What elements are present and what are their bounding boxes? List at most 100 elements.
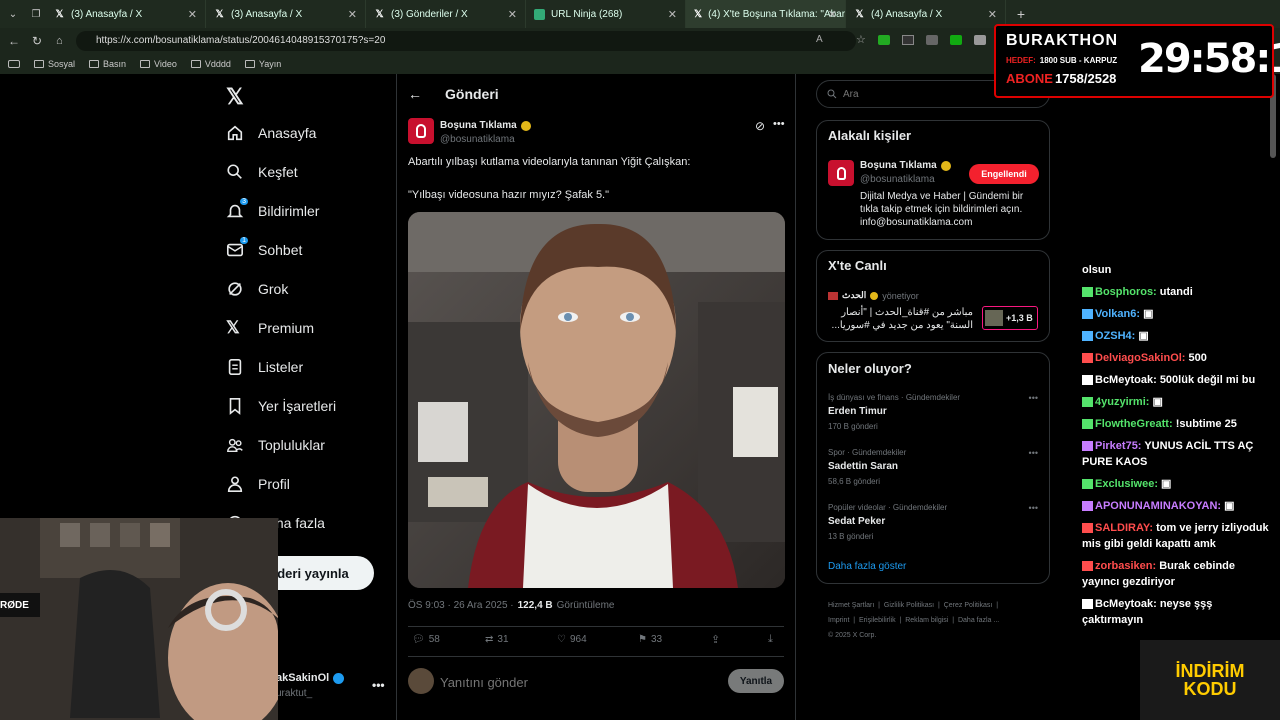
chat-username[interactable]: 4yuzyirmi: [1095,396,1149,408]
live-text[interactable]: مباشر من #قناة_الحدث | "أنصار السنة" يعو… [828,306,973,332]
chat-username[interactable]: APONUNAMINAKOYAN: [1095,500,1221,512]
extension-icon[interactable] [878,35,890,45]
bookmark-button[interactable]: ⚑ 33 [638,634,662,645]
footer-link[interactable]: Imprint [828,617,849,624]
chat-username[interactable]: Volkan6: [1095,308,1140,320]
search-icon [827,89,837,99]
live-text-line: السنة" يعود من جديد في #سوريا... [831,320,973,331]
repost-button[interactable]: ⇄ 31 [485,634,509,645]
url-field[interactable]: https://x.com/bosunatiklama/status/20046… [76,31,856,51]
live-host-row[interactable]: الحدث yönetiyor [828,290,919,301]
account-switcher[interactable]: akSakinOl [276,672,345,684]
bookmark-folder[interactable]: Video [140,59,177,69]
tab-6[interactable]: 𝕏 (4) Anasayfa / X ✕ [846,0,1006,28]
related-avatar[interactable] [828,160,854,186]
reading-list-icon[interactable] [8,60,20,68]
sidebar-item-grok[interactable]: Grok [226,280,288,298]
more-icon[interactable]: ••• [1029,448,1038,458]
sidebar-item-chat[interactable]: 1 Sohbet [226,237,302,259]
post-text: Abartılı yılbaşı kutlama videolarıyla ta… [408,156,691,168]
bookmark-folder[interactable]: Vdddd [190,59,231,69]
chat-username[interactable]: OZSH4: [1095,330,1135,342]
footer-link[interactable]: Hizmet Şartları [828,602,874,609]
bookmark-icon: ⚑ [638,634,647,645]
bio-line: Dijital Medya ve Haber | Gündemi bir [860,191,1024,202]
chat-username[interactable]: Bosphoros: [1095,286,1157,298]
chat-username[interactable]: zorbasiken: [1095,560,1156,572]
share-icon[interactable]: ⇪ [711,633,720,646]
sidebar-item-explore[interactable]: Keşfet [226,163,298,181]
home-icon[interactable]: ⌂ [56,35,63,47]
bookmark-folder[interactable]: Sosyal [34,59,75,69]
footer-link[interactable]: Gizlilik Politikası [884,602,934,609]
sidebar-item-premium[interactable]: 𝕏 Premium [226,319,314,337]
reply-submit-button[interactable]: Yanıtla [728,669,784,693]
more-icon[interactable]: ••• [1029,503,1038,513]
bookmark-folder[interactable]: Yayın [244,59,281,69]
reply-button[interactable]: 💬︎ 58 [412,634,440,645]
trend-count: 170 B gönderi [828,422,878,431]
footer-link[interactable]: Çerez Politikası [944,602,993,609]
sidebar-item-lists[interactable]: Listeler [226,358,303,376]
author-avatar[interactable] [408,118,434,144]
blocked-button[interactable]: Engellendi [969,164,1039,184]
chat-username[interactable]: BcMeytoak: [1095,598,1157,610]
reload-icon[interactable]: ↻ [32,34,42,48]
trend-meta: İş dünyası ve finans · Gündemdekiler [828,393,961,402]
close-icon[interactable]: ✕ [348,8,357,21]
back-arrow-icon[interactable]: ← [408,86,422,102]
chat-username[interactable]: Pirket75: [1095,440,1141,452]
extension-icon[interactable] [974,35,986,45]
download-icon[interactable]: ⤓ [768,633,773,646]
extension-icon[interactable] [926,35,938,45]
chat-username[interactable]: Exclusiwee: [1095,478,1158,490]
sidebar-item-notifications[interactable]: 3 Bildirimler [226,198,319,220]
footer-link[interactable]: Reklam bilgisi [905,617,948,624]
chat-username[interactable]: FlowtheGreatt: [1095,418,1173,430]
trend-item[interactable]: İş dünyası ve finans · Gündemdekiler Erd… [828,393,1038,431]
tab-4[interactable]: URL Ninja (268) ✕ [526,0,686,28]
sidebar-item-bookmarks[interactable]: Yer İşaretleri [226,397,336,415]
close-icon[interactable]: ✕ [988,8,997,21]
more-icon[interactable]: ••• [1029,393,1038,403]
extension-icon[interactable] [950,35,962,45]
extension-icon[interactable] [902,35,914,45]
live-listeners-badge[interactable]: +1,3 B [982,306,1038,330]
tab-5[interactable]: 𝕏 (4) X'te Boşuna Tıklama: "Abartılı y✕ [686,0,846,28]
workspaces-icon[interactable]: ❐ [26,0,46,28]
grok-icon[interactable]: ⊘ [755,119,765,133]
close-icon[interactable]: ✕ [668,8,677,21]
like-button[interactable]: ♡ 964 [557,634,587,645]
sidebar-item-home[interactable]: Anasayfa [226,124,316,142]
reply-input[interactable] [440,672,700,692]
trend-item[interactable]: Spor · Gündemdekiler Sadettin Saran 58,6… [828,448,1038,486]
new-tab-button[interactable]: + [1006,6,1036,22]
related-name-row[interactable]: Boşuna Tıklama [860,160,951,171]
chat-username[interactable]: SALDIRAY: [1095,522,1153,534]
footer-link[interactable]: Erişilebilirlik [859,617,896,624]
back-icon[interactable]: ← [8,34,20,48]
tab-list-icon[interactable]: ⌄ [0,0,26,28]
sidebar-item-profile[interactable]: Profil [226,475,290,493]
x-logo-icon[interactable]: 𝕏 [226,84,244,110]
chat-username[interactable]: BcMeytoak: [1095,374,1157,386]
account-more-icon[interactable]: ••• [372,678,385,692]
close-icon[interactable]: ✕ [508,8,517,21]
favorite-star-icon[interactable]: ☆ [856,33,866,46]
trend-item[interactable]: Popüler videolar · Gündemdekiler Sedat P… [828,503,1038,541]
bookmark-folder[interactable]: Basın [89,59,126,69]
close-icon[interactable]: ✕ [188,8,197,21]
chat-username[interactable]: DelviagoSakinOl: [1095,352,1185,364]
post-media[interactable] [408,212,785,588]
sidebar-item-communities[interactable]: Topluluklar [226,436,325,454]
tab-1[interactable]: 𝕏 (3) Anasayfa / X ✕ [46,0,206,28]
close-icon[interactable]: ✕ [828,8,837,21]
read-aloud-icon[interactable]: A [816,34,823,45]
account-handle: uraktut_ [276,688,313,699]
footer-link[interactable]: Daha fazla ... [958,617,999,624]
tab-2[interactable]: 𝕏 (3) Anasayfa / X ✕ [206,0,366,28]
more-icon[interactable]: ••• [773,118,785,130]
author-name-row[interactable]: Boşuna Tıklama [440,120,531,131]
tab-3[interactable]: 𝕏 (3) Gönderiler / X ✕ [366,0,526,28]
show-more-link[interactable]: Daha fazla göster [828,561,906,572]
